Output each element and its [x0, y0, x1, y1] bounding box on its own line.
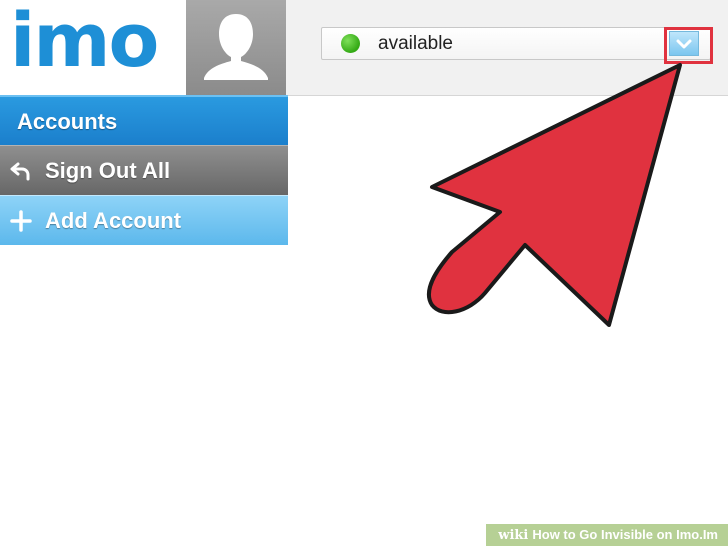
watermark-title: to Go Invisible on Imo.Im	[559, 527, 718, 542]
wikihow-watermark: wiki How to Go Invisible on Imo.Im	[486, 524, 728, 546]
watermark-brand: wiki	[498, 528, 529, 543]
watermark-how: How	[532, 527, 560, 542]
pointer-arrow-icon	[426, 63, 682, 327]
